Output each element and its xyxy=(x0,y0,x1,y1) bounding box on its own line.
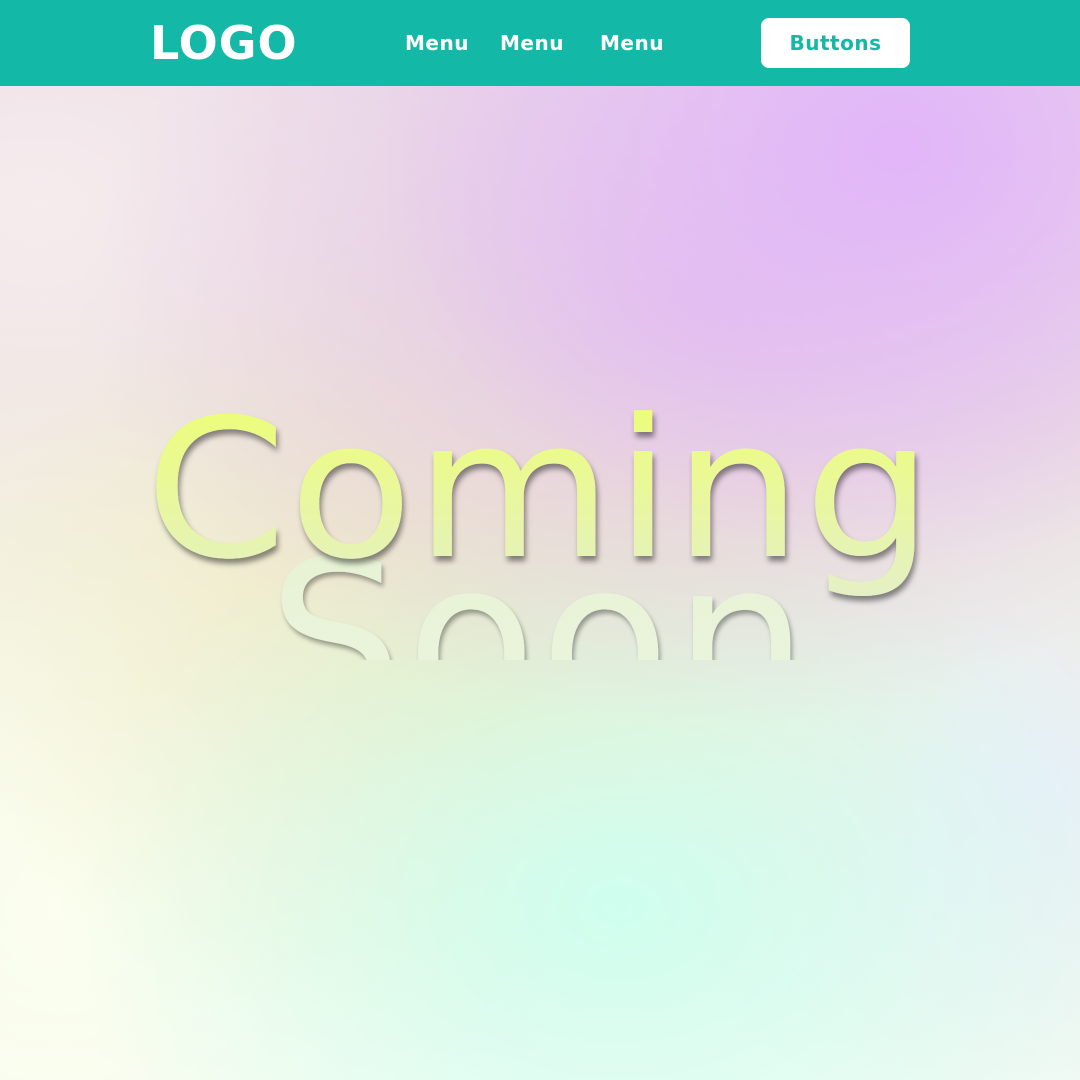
nav-menu-item-1[interactable]: Menu xyxy=(405,28,469,58)
top-navigation-bar: LOGO Menu Menu Menu Buttons xyxy=(0,0,1080,86)
page: Soon Coming LOGO Menu Menu Menu Buttons xyxy=(0,0,1080,1080)
logo[interactable]: LOGO xyxy=(150,14,298,72)
nav-menu-item-3[interactable]: Menu xyxy=(600,28,664,58)
header-cta-button[interactable]: Buttons xyxy=(761,18,910,68)
hero-gradient-background xyxy=(0,86,1080,1080)
nav-menu-item-2[interactable]: Menu xyxy=(500,28,564,58)
